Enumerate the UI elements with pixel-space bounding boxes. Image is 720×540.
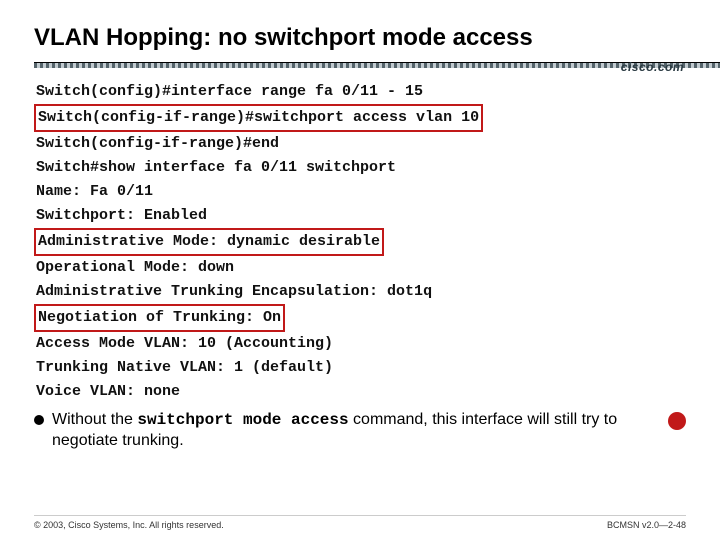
- slide-title: VLAN Hopping: no switchport mode access: [34, 24, 686, 52]
- terminal-line: Administrative Trunking Encapsulation: d…: [34, 280, 686, 304]
- terminal-line-highlighted: Negotiation of Trunking: On: [34, 304, 285, 332]
- terminal-line: Voice VLAN: none: [34, 380, 686, 404]
- terminal-line: Operational Mode: down: [34, 256, 686, 280]
- terminal-output: Switch(config)#interface range fa 0/11 -…: [34, 80, 686, 404]
- footer: © 2003, Cisco Systems, Inc. All rights r…: [34, 515, 686, 530]
- terminal-line: Access Mode VLAN: 10 (Accounting): [34, 332, 686, 356]
- bullet-text: Without the switchport mode access comma…: [52, 410, 660, 452]
- terminal-line: Switch(config-if-range)#end: [34, 132, 686, 156]
- footer-copyright: © 2003, Cisco Systems, Inc. All rights r…: [34, 520, 224, 530]
- terminal-line-highlighted: Switch(config-if-range)#switchport acces…: [34, 104, 483, 132]
- bullet-keyword: switchport mode access: [137, 411, 348, 429]
- slide: VLAN Hopping: no switchport mode access …: [0, 0, 720, 540]
- bullet-row: Without the switchport mode access comma…: [34, 410, 686, 452]
- terminal-line: Switch(config)#interface range fa 0/11 -…: [34, 80, 686, 104]
- bullet-prefix: Without the: [52, 411, 137, 428]
- terminal-line: Switch#show interface fa 0/11 switchport: [34, 156, 686, 180]
- divider-bar: [34, 62, 720, 68]
- terminal-line: Trunking Native VLAN: 1 (default): [34, 356, 686, 380]
- terminal-line: Name: Fa 0/11: [34, 180, 686, 204]
- terminal-line: Switchport: Enabled: [34, 204, 686, 228]
- brand-label: cisco.com: [621, 60, 684, 74]
- terminal-line-highlighted: Administrative Mode: dynamic desirable: [34, 228, 384, 256]
- accent-dot-icon: [668, 412, 686, 430]
- bullet-icon: [34, 415, 44, 425]
- footer-page: BCMSN v2.0—2-48: [607, 520, 686, 530]
